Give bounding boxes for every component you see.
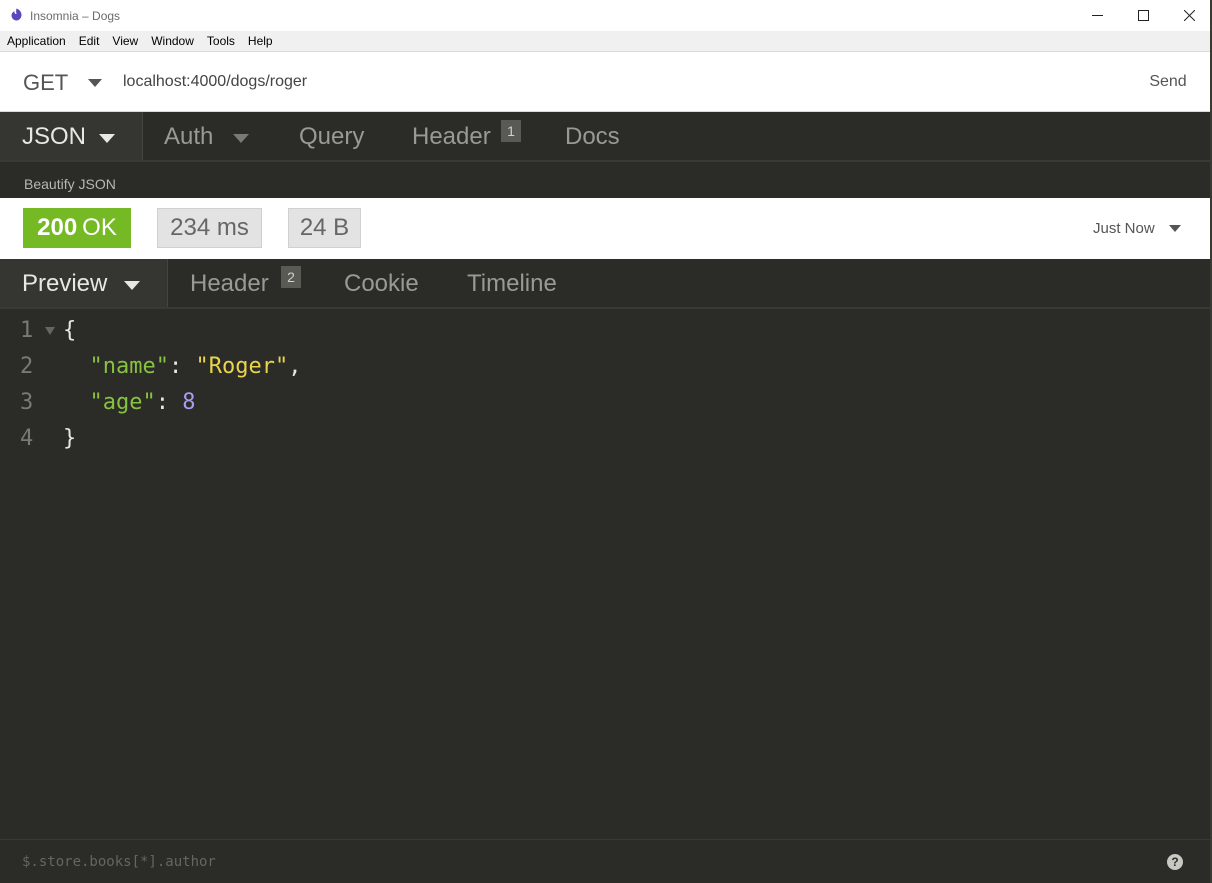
menu-view[interactable]: View [112, 34, 138, 48]
json-colon: : [155, 390, 183, 415]
code-content: "age": 8 [63, 385, 196, 421]
tab-header[interactable]: Header [412, 123, 491, 151]
tab-body-json[interactable]: JSON [0, 112, 143, 160]
close-icon [1183, 10, 1195, 21]
menu-help[interactable]: Help [248, 34, 273, 48]
json-brace: { [63, 318, 77, 343]
title-bar: Insomnia – Dogs [0, 0, 1212, 31]
line-number: 2 [20, 354, 34, 379]
json-comma: , [288, 354, 302, 379]
code-line: 4 } [0, 421, 1212, 457]
json-key: "name" [89, 354, 169, 379]
code-line: 2 "name": "Roger", [0, 349, 1212, 385]
line-number: 1 [20, 318, 34, 343]
response-time-badge: 234 ms [157, 208, 262, 248]
code-content: "name": "Roger", [63, 349, 302, 385]
response-history-dropdown[interactable]: Just Now [1093, 220, 1155, 237]
beautify-json-button[interactable]: Beautify JSON [24, 176, 116, 192]
chevron-down-icon [99, 134, 115, 143]
menu-window[interactable]: Window [151, 34, 194, 48]
chevron-down-icon[interactable] [1169, 225, 1181, 232]
json-key: "age" [89, 390, 156, 415]
response-status-bar: 200 OK 234 ms 24 B Just Now [0, 198, 1212, 259]
help-icon[interactable]: ? [1167, 854, 1183, 870]
line-number: 4 [20, 426, 34, 451]
body-actions-bar: Beautify JSON [0, 162, 1212, 198]
tab-body-json-label: JSON [22, 123, 87, 150]
menu-tools[interactable]: Tools [207, 34, 235, 48]
url-bar: GET Send [0, 51, 1212, 112]
maximize-button[interactable] [1120, 0, 1166, 31]
tab-response-header[interactable]: Header [190, 270, 269, 298]
chevron-down-icon [124, 281, 140, 290]
tab-auth[interactable]: Auth [164, 123, 213, 151]
status-badge: 200 OK [23, 208, 131, 248]
response-filter-bar: ? [0, 839, 1212, 883]
request-tabs: JSON Auth Query Header 1 Docs [0, 112, 1212, 162]
json-number-value: 8 [182, 390, 196, 415]
insomnia-logo-icon [11, 8, 22, 21]
json-brace: } [63, 426, 77, 451]
response-tabs: Preview Header 2 Cookie Timeline [0, 259, 1212, 309]
minimize-button[interactable] [1074, 0, 1120, 31]
tab-query[interactable]: Query [299, 123, 364, 151]
menu-edit[interactable]: Edit [79, 34, 100, 48]
line-number: 3 [20, 390, 34, 415]
header-count-badge: 1 [501, 120, 521, 142]
maximize-icon [1137, 10, 1149, 21]
code-content: { [63, 313, 76, 349]
jsonpath-filter-input[interactable] [22, 850, 1122, 874]
chevron-down-icon[interactable] [233, 134, 249, 143]
tab-docs[interactable]: Docs [565, 123, 620, 151]
json-colon: : [168, 354, 196, 379]
method-selector[interactable]: GET [23, 70, 68, 96]
code-content: } [63, 421, 76, 457]
code-line: 1 { [0, 313, 1212, 349]
minimize-icon [1091, 15, 1103, 16]
fold-arrow-icon[interactable] [45, 327, 55, 335]
response-header-count-badge: 2 [281, 266, 301, 288]
code-line: 3 "age": 8 [0, 385, 1212, 421]
url-input[interactable] [123, 68, 1083, 96]
tab-preview[interactable]: Preview [0, 259, 168, 307]
close-button[interactable] [1166, 0, 1212, 31]
response-size-badge: 24 B [288, 208, 361, 248]
window-title: Insomnia – Dogs [30, 9, 121, 23]
response-preview[interactable]: 1 { 2 "name": "Roger", 3 "age": 8 4 } [0, 309, 1212, 839]
status-text: OK [82, 214, 117, 241]
tab-cookie[interactable]: Cookie [344, 270, 419, 298]
status-code: 200 [37, 214, 78, 241]
menu-bar: Application Edit View Window Tools Help [0, 31, 1212, 51]
send-button[interactable]: Send [1140, 68, 1196, 96]
tab-preview-label: Preview [22, 270, 108, 297]
json-string-value: "Roger" [195, 354, 289, 379]
menu-application[interactable]: Application [7, 34, 66, 48]
chevron-down-icon[interactable] [88, 79, 102, 87]
tab-timeline[interactable]: Timeline [467, 270, 557, 298]
